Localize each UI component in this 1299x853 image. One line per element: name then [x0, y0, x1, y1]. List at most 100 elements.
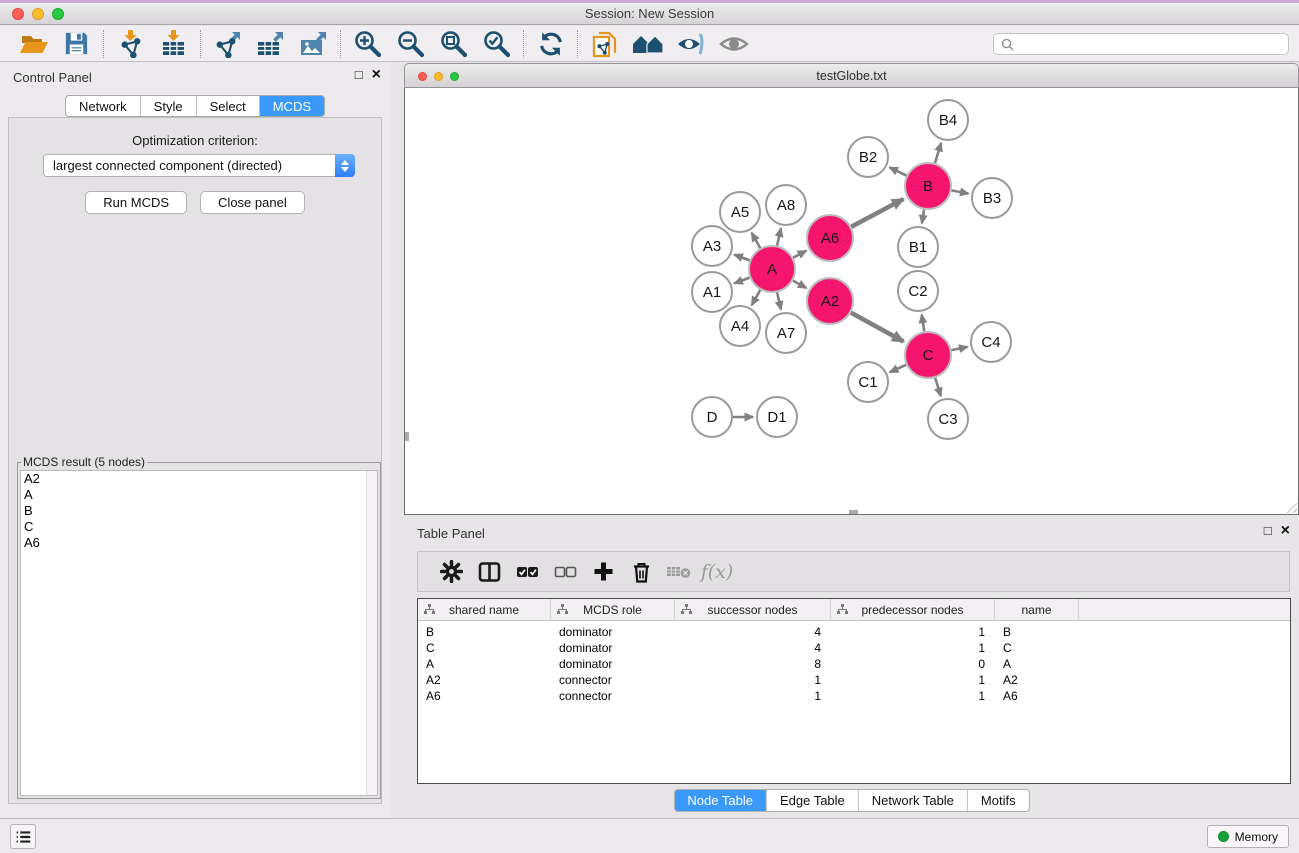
table-cell[interactable]: dominator [551, 625, 675, 639]
tab-select[interactable]: Select [196, 96, 259, 116]
table-cell[interactable]: connector [551, 673, 675, 687]
table-cell[interactable]: connector [551, 689, 675, 703]
node-A7[interactable]: A7 [766, 313, 806, 353]
edge-C-C4[interactable] [952, 347, 968, 350]
node-A2[interactable]: A2 [807, 278, 853, 324]
network-canvas[interactable]: B4B2BB3A8A5A6A3B1AA1C2A2A4A7C4CC1DC3D1 [404, 88, 1299, 515]
tab-style[interactable]: Style [140, 96, 196, 116]
export-image-icon[interactable] [292, 29, 335, 58]
table-row[interactable]: A6connector11A6 [418, 688, 1290, 704]
deselect-all-checkbox-icon[interactable] [546, 561, 584, 583]
mcds-result-list[interactable]: A2ABCA6 [20, 470, 378, 796]
table-cell[interactable]: 1 [831, 641, 995, 655]
table-cell[interactable]: 8 [675, 657, 831, 671]
table-cell[interactable]: B [418, 625, 551, 639]
tab-network[interactable]: Network [66, 96, 140, 116]
table-cell[interactable]: 1 [831, 625, 995, 639]
edge-A-A3[interactable] [734, 255, 749, 261]
node-C1[interactable]: C1 [848, 362, 888, 402]
table-cell[interactable]: A [995, 657, 1079, 671]
node-D[interactable]: D [692, 397, 732, 437]
memory-button[interactable]: Memory [1207, 825, 1289, 848]
edge-A-A1[interactable] [734, 278, 749, 284]
show-panels-button[interactable] [10, 824, 36, 849]
edge-C-C2[interactable] [922, 315, 925, 332]
node-D1[interactable]: D1 [757, 397, 797, 437]
node-B3[interactable]: B3 [972, 178, 1012, 218]
zoom-in-icon[interactable] [346, 29, 389, 58]
tab-motifs[interactable]: Motifs [967, 790, 1029, 811]
node-B1[interactable]: B1 [898, 227, 938, 267]
tab-node-table[interactable]: Node Table [674, 790, 766, 811]
tab-network-table[interactable]: Network Table [858, 790, 967, 811]
node-A3[interactable]: A3 [692, 226, 732, 266]
column-header-predecessor-nodes[interactable]: predecessor nodes [831, 599, 995, 620]
edge-A2-C[interactable] [851, 313, 904, 342]
save-session-icon[interactable] [55, 30, 98, 57]
table-cell[interactable]: 0 [831, 657, 995, 671]
table-cell[interactable]: A [418, 657, 551, 671]
table-cell[interactable]: 1 [831, 673, 995, 687]
delete-row-icon[interactable] [622, 561, 660, 583]
table-cell[interactable]: 4 [675, 625, 831, 639]
float-panel-icon[interactable]: □ [355, 68, 363, 82]
node-C3[interactable]: C3 [928, 399, 968, 439]
node-A6[interactable]: A6 [807, 215, 853, 261]
table-row[interactable]: Bdominator41B [418, 624, 1290, 640]
refresh-icon[interactable] [529, 30, 572, 58]
node-A4[interactable]: A4 [720, 306, 760, 346]
table-cell[interactable]: A6 [995, 689, 1079, 703]
column-header-MCDS-role[interactable]: MCDS role [551, 599, 675, 620]
edge-C-C1[interactable] [890, 365, 906, 372]
result-item[interactable]: A2 [21, 471, 377, 487]
edge-A6-B[interactable] [851, 199, 903, 227]
column-header-name[interactable]: name [995, 599, 1079, 620]
edge-A-A2[interactable] [793, 281, 806, 288]
node-A5[interactable]: A5 [720, 192, 760, 232]
node-A8[interactable]: A8 [766, 185, 806, 225]
open-file-icon[interactable] [12, 30, 55, 58]
table-cell[interactable]: B [995, 625, 1079, 639]
hide-details-icon[interactable] [669, 30, 712, 58]
table-cell[interactable]: C [418, 641, 551, 655]
table-cell[interactable]: dominator [551, 641, 675, 655]
search-input[interactable] [1019, 37, 1288, 52]
table-row[interactable]: A2connector11A2 [418, 672, 1290, 688]
tab-edge-table[interactable]: Edge Table [766, 790, 858, 811]
result-item[interactable]: C [21, 519, 377, 535]
edge-A-A8[interactable] [777, 228, 781, 245]
edge-A-A5[interactable] [752, 233, 761, 248]
table-cell[interactable]: C [995, 641, 1079, 655]
close-panel-button[interactable]: Close panel [200, 191, 305, 214]
result-item[interactable]: A6 [21, 535, 377, 551]
edge-B-B3[interactable] [952, 190, 969, 193]
criterion-select[interactable]: largest connected component (directed) [43, 154, 355, 177]
table-cell[interactable]: A6 [418, 689, 551, 703]
node-table[interactable]: shared nameMCDS rolesuccessor nodesprede… [417, 598, 1291, 784]
table-row[interactable]: Adominator80A [418, 656, 1290, 672]
zoom-out-icon[interactable] [389, 29, 432, 58]
import-network-icon[interactable] [109, 29, 152, 58]
close-table-panel-icon[interactable]: × [1281, 524, 1290, 538]
tab-mcds[interactable]: MCDS [259, 96, 324, 116]
new-session-from-network-icon[interactable] [583, 29, 626, 59]
table-cell[interactable]: 4 [675, 641, 831, 655]
edge-A-A6[interactable] [793, 251, 806, 258]
result-item[interactable]: A [21, 487, 377, 503]
edge-A-A4[interactable] [752, 290, 761, 305]
canvas-bottom-handle[interactable] [849, 510, 858, 514]
table-row[interactable]: Cdominator41C [418, 640, 1290, 656]
table-cell[interactable]: 1 [831, 689, 995, 703]
node-C2[interactable]: C2 [898, 271, 938, 311]
node-C4[interactable]: C4 [971, 322, 1011, 362]
home-view-icon[interactable] [626, 31, 669, 57]
table-cell[interactable]: A2 [418, 673, 551, 687]
edge-B-B1[interactable] [922, 210, 924, 224]
node-B4[interactable]: B4 [928, 100, 968, 140]
network-window-titlebar[interactable]: testGlobe.txt [404, 63, 1299, 88]
network-graph[interactable]: B4B2BB3A8A5A6A3B1AA1C2A2A4A7C4CC1DC3D1 [405, 88, 1298, 513]
columns-icon[interactable] [470, 561, 508, 583]
node-B[interactable]: B [905, 163, 951, 209]
zoom-fit-icon[interactable] [432, 29, 475, 58]
export-table-icon[interactable] [249, 29, 292, 58]
